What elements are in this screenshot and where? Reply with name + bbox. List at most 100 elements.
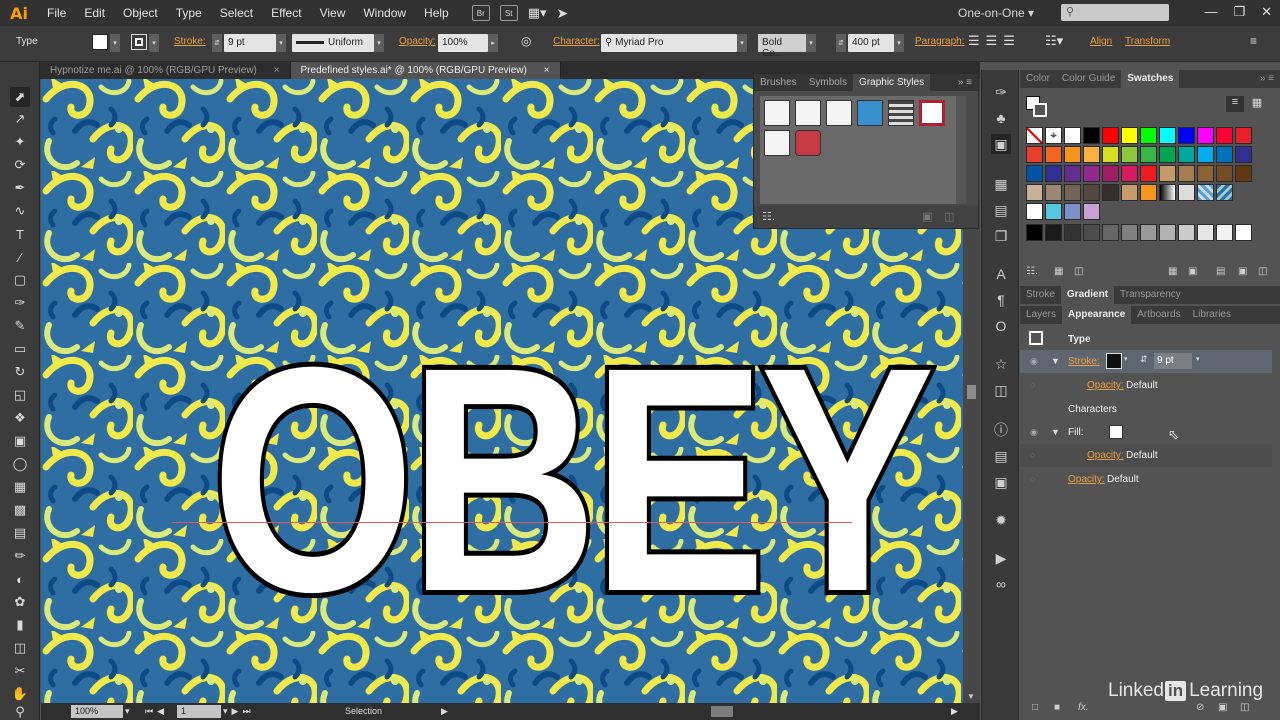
tab-appearance[interactable]: Appearance — [1062, 306, 1132, 324]
workspace-switcher[interactable]: One-on-One ▾ — [958, 0, 1034, 26]
swatch-cell[interactable]: ⌖ — [1045, 127, 1062, 144]
new-color-group-icon[interactable]: ▤ — [1216, 266, 1225, 277]
curvature-tool-icon[interactable]: ∿ — [10, 201, 30, 221]
swatch-cell[interactable] — [1178, 146, 1195, 163]
style-white[interactable] — [764, 130, 790, 156]
document-info-icon[interactable]: ▤ — [991, 446, 1011, 466]
menu-view[interactable]: View — [311, 0, 355, 26]
swatch-cell[interactable] — [1235, 127, 1252, 144]
font-size-field[interactable]: 400 pt — [848, 34, 894, 52]
symbols-icon[interactable]: ♣ — [991, 108, 1011, 128]
swatch-cell[interactable] — [1064, 146, 1081, 163]
visibility-eye-icon[interactable]: ○ — [1030, 380, 1035, 390]
font-style-field[interactable]: Bold Co... — [758, 34, 806, 59]
open-library-icon[interactable]: ◫ — [1074, 266, 1083, 277]
tab-close-icon[interactable]: × — [544, 65, 550, 76]
menu-window[interactable]: Window — [354, 0, 415, 26]
minimize-icon[interactable]: — — [1204, 0, 1217, 24]
scale-tool-icon[interactable]: ◱ — [10, 385, 30, 405]
links-icon[interactable]: ▣ — [991, 472, 1011, 492]
transform-icon[interactable]: ▦ — [991, 174, 1011, 194]
eyedropper-tool-icon[interactable]: ✏ — [10, 546, 30, 566]
blend-tool-icon[interactable]: ◐ — [10, 569, 30, 589]
lasso-tool-icon[interactable]: ⟳ — [10, 155, 30, 175]
swatch-cell[interactable] — [1083, 203, 1100, 220]
tab-stroke[interactable]: Stroke — [1020, 286, 1061, 304]
zoom-level-field[interactable]: 100% — [71, 705, 123, 718]
bridge-button[interactable]: Br — [471, 5, 490, 21]
swatch-cell[interactable] — [1083, 146, 1100, 163]
swatch-cell[interactable] — [1197, 146, 1214, 163]
swatch-cell[interactable] — [1064, 224, 1081, 241]
swatch-cell[interactable] — [1159, 165, 1176, 182]
stroke-profile-select[interactable]: Uniform — [292, 34, 374, 52]
delete-item-icon[interactable]: ◫ — [1240, 702, 1249, 713]
fill-attribute-label[interactable]: Fill: — [1068, 427, 1084, 438]
tab-artboards[interactable]: Artboards — [1131, 306, 1186, 324]
expand-stroke-icon[interactable]: ▼ — [1051, 356, 1060, 366]
add-effect-icon[interactable]: fx. — [1078, 702, 1089, 713]
tab-libraries[interactable]: Libraries — [1187, 306, 1237, 324]
swatch-cell[interactable] — [1064, 165, 1081, 182]
stroke-weight-stepper[interactable]: ⇵ — [1140, 354, 1148, 365]
tab-hypnotize-me[interactable]: Hypnotize me.ai @ 100% (RGB/GPU Preview)… — [40, 62, 291, 79]
actions-icon[interactable]: ▶ — [991, 548, 1011, 568]
duplicate-item-icon[interactable]: ▣ — [1218, 702, 1227, 713]
menu-select[interactable]: Select — [211, 0, 262, 26]
tab-brushes[interactable]: Brushes — [754, 74, 803, 91]
tab-swatches[interactable]: Swatches — [1121, 70, 1180, 88]
swatch-cell[interactable] — [1102, 184, 1119, 201]
stroke-weight-dropdown-icon[interactable]: ▾ — [1196, 355, 1200, 363]
font-style-dropdown-icon[interactable]: ▾ — [806, 34, 816, 52]
swatch-cell[interactable] — [1083, 165, 1100, 182]
symbol-sprayer-tool-icon[interactable]: ✿ — [10, 592, 30, 612]
width-tool-icon[interactable]: ❖ — [10, 408, 30, 428]
fill-opacity-label[interactable]: Opacity: — [1087, 450, 1124, 461]
swatch-cell[interactable] — [1140, 127, 1157, 144]
font-size-stepper[interactable]: ⇵ — [836, 34, 846, 52]
swatch-cell[interactable] — [1121, 127, 1138, 144]
gradient-tool-icon[interactable]: ▤ — [10, 523, 30, 543]
gpu-performance-icon[interactable]: ➤ — [557, 5, 569, 22]
swatch-cell[interactable] — [1102, 224, 1119, 241]
link-icon[interactable]: ∞ — [991, 574, 1011, 594]
swatch-cell[interactable] — [1045, 224, 1062, 241]
character-label[interactable]: Character: — [553, 36, 600, 47]
swatch-cell[interactable] — [1216, 127, 1233, 144]
delete-graphic-style-icon[interactable]: ◫ — [944, 210, 954, 223]
tab-graphic-styles[interactable]: Graphic Styles — [853, 74, 931, 91]
paragraph-align-icons[interactable]: ☰☰☰ — [968, 33, 1021, 49]
obey-text-object[interactable]: OBEY — [207, 314, 939, 644]
tab-layers[interactable]: Layers — [1020, 306, 1062, 324]
artboard-prev-icon[interactable]: ⏮◀ — [145, 706, 168, 717]
slice-tool-icon[interactable]: ✂ — [10, 661, 30, 681]
perspective-grid-tool-icon[interactable]: ▦ — [10, 477, 30, 497]
paragraph-icon[interactable]: ¶ — [991, 290, 1011, 310]
graphic-styles-scrollbar[interactable] — [956, 96, 966, 204]
swatch-cell[interactable] — [1045, 165, 1062, 182]
stroke-color-dropdown-icon[interactable]: ▾ — [1124, 355, 1128, 363]
align-icon[interactable]: ▤ — [991, 200, 1011, 220]
swatch-cell[interactable] — [1121, 184, 1138, 201]
free-transform-tool-icon[interactable]: ▣ — [10, 431, 30, 451]
magic-wand-tool-icon[interactable]: ✦ — [10, 132, 30, 152]
opentype-icon[interactable]: O — [991, 316, 1011, 336]
appearance-fill-row[interactable]: ◉ ▼ Fill: ⬁ — [1020, 421, 1272, 444]
stock-button[interactable]: St — [499, 5, 518, 21]
swatch-kinds-icon[interactable]: ▦ — [1054, 266, 1063, 277]
swatch-cell[interactable] — [1216, 224, 1233, 241]
swatch-cell[interactable] — [1140, 224, 1157, 241]
object-opacity-label[interactable]: Opacity: — [1068, 474, 1105, 485]
stroke-swatch[interactable] — [131, 34, 147, 50]
swatch-cell[interactable] — [1102, 146, 1119, 163]
swatch-cell[interactable] — [1159, 127, 1176, 144]
export-icon[interactable]: ◫ — [991, 380, 1011, 400]
swatch-cell[interactable] — [1045, 203, 1062, 220]
brushes-icon[interactable]: ✑ — [991, 82, 1011, 102]
opacity-field[interactable]: 100% — [438, 34, 488, 52]
type-tool-icon[interactable]: T — [10, 224, 30, 244]
swatch-cell[interactable] — [1083, 184, 1100, 201]
swatch-cell[interactable] — [1064, 127, 1081, 144]
tab-transparency[interactable]: Transparency — [1114, 286, 1187, 304]
object-opacity-row[interactable]: ○ Opacity: Default — [1020, 468, 1272, 491]
